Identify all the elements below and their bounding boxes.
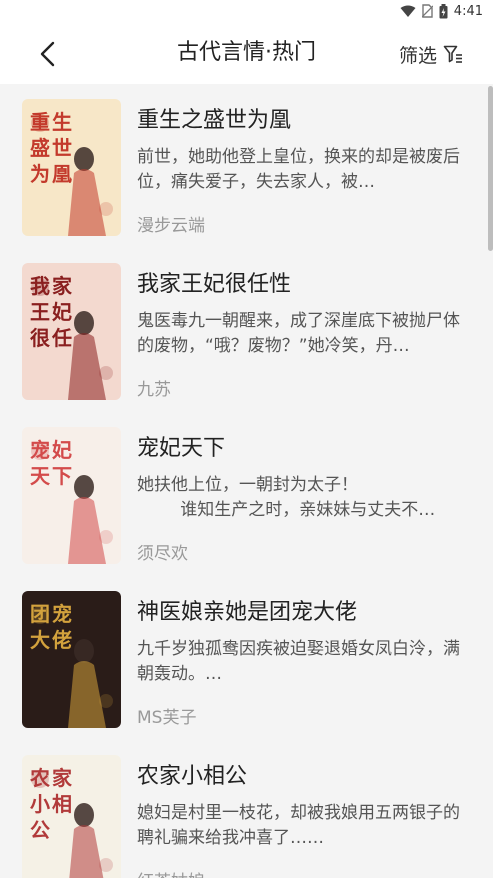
- book-title[interactable]: 重生之盛世为凰: [137, 102, 291, 134]
- cover-title-char: 很: [30, 326, 50, 350]
- cover-title-char: 大: [30, 628, 50, 652]
- status-time: 4:41: [453, 3, 483, 19]
- book-title[interactable]: 宠妃天下: [137, 430, 225, 462]
- book-item[interactable]: 宠妃天下 宠妃天下 她扶他上位，一朝封为太子！ 谁知生产之时，亲妹妹与丈夫不… …: [0, 412, 493, 576]
- book-item[interactable]: 重生盛世为凰 重生之盛世为凰 前世，她助他登上皇位，换来的却是被废后位，痛失爱子…: [0, 84, 493, 248]
- book-title[interactable]: 农家小相公: [137, 758, 247, 790]
- no-sim-icon: [421, 4, 433, 18]
- book-cover[interactable]: 重生盛世为凰: [22, 99, 121, 236]
- book-desc: 九千岁独孤鸯因疾被迫娶退婚女凤白泠，满朝轰动。…: [137, 639, 460, 684]
- book-desc: 鬼医毒九一朝醒来，成了深崖底下被抛尸体的废物，“哦？废物？”她冷笑，丹…: [137, 311, 460, 356]
- book-item[interactable]: 团宠大佬 神医娘亲她是团宠大佬 九千岁独孤鸯因疾被迫娶退婚女凤白泠，满朝轰动。……: [0, 576, 493, 740]
- book-author: 九苏: [137, 380, 171, 400]
- cover-title-char: 妃: [52, 438, 72, 462]
- wifi-icon: [400, 5, 416, 18]
- cover-title-char: 团: [30, 602, 50, 626]
- book-cover[interactable]: 我家王妃很任: [22, 263, 121, 400]
- book-list[interactable]: 重生盛世为凰 重生之盛世为凰 前世，她助他登上皇位，换来的却是被废后位，痛失爱子…: [0, 84, 493, 878]
- cover-title-char: 家: [52, 766, 73, 790]
- cover-title-char: 农: [29, 766, 50, 790]
- scrollbar[interactable]: [488, 86, 493, 251]
- cover-title-char: 宠: [52, 602, 72, 626]
- cover-title-char: 妃: [52, 300, 72, 324]
- cover-title-char: 公: [30, 818, 50, 842]
- cover-title-char: 盛: [30, 136, 50, 160]
- cover-title-char: 相: [52, 792, 72, 816]
- cover-title-char: 小: [30, 792, 50, 816]
- cover-title-char: 下: [52, 464, 72, 488]
- back-button[interactable]: [30, 36, 66, 72]
- cover-title-char: 王: [30, 300, 50, 324]
- filter-button[interactable]: 筛选: [399, 36, 463, 72]
- cover-title-char: 家: [52, 274, 73, 298]
- cover-title-char: 宠: [30, 438, 50, 462]
- cover-title-char: 天: [30, 464, 51, 488]
- status-bar: 4:41: [0, 0, 493, 22]
- book-desc: 她扶他上位，一朝封为太子！ 谁知生产之时，亲妹妹与丈夫不…: [137, 475, 436, 520]
- book-desc: 媳妇是村里一枝花，却被我娘用五两银子的聘礼骗来给我冲喜了……: [137, 803, 460, 848]
- book-item[interactable]: 我家王妃很任 我家王妃很任性 鬼医毒九一朝醒来，成了深崖底下被抛尸体的废物，“哦…: [0, 248, 493, 412]
- book-author: 须尽欢: [137, 544, 188, 564]
- back-arrow-icon: [40, 41, 55, 67]
- cover-title-char: 为: [30, 162, 50, 186]
- book-title[interactable]: 我家王妃很任性: [137, 266, 291, 298]
- book-item[interactable]: 农家小相公 农家小相公 媳妇是村里一枝花，却被我娘用五两银子的聘礼骗来给我冲喜了…: [0, 740, 493, 878]
- app-bar: 古代言情·热门 筛选: [0, 22, 493, 84]
- battery-icon: [439, 3, 448, 19]
- filter-label: 筛选: [398, 44, 437, 67]
- book-cover[interactable]: 宠妃天下: [22, 427, 121, 564]
- book-title[interactable]: 神医娘亲她是团宠大佬: [137, 594, 357, 626]
- book-author: 漫步云端: [137, 216, 205, 236]
- cover-title-char: 世: [52, 136, 72, 160]
- cover-title-char: 生: [52, 110, 72, 134]
- book-desc: 前世，她助他登上皇位，换来的却是被废后位，痛失爱子，失去家人，被…: [137, 147, 460, 192]
- book-cover[interactable]: 团宠大佬: [22, 591, 121, 728]
- book-author: 红茶姑娘: [137, 867, 205, 878]
- book-cover[interactable]: 农家小相公: [22, 755, 121, 878]
- cover-title-char: 佬: [52, 628, 72, 652]
- book-author: MS芙子: [137, 708, 197, 728]
- cover-title-char: 凰: [52, 162, 72, 186]
- cover-title-char: 任: [51, 326, 72, 350]
- cover-title-char: 我: [30, 274, 50, 298]
- cover-title-char: 重: [30, 110, 50, 134]
- filter-icon: [443, 45, 462, 63]
